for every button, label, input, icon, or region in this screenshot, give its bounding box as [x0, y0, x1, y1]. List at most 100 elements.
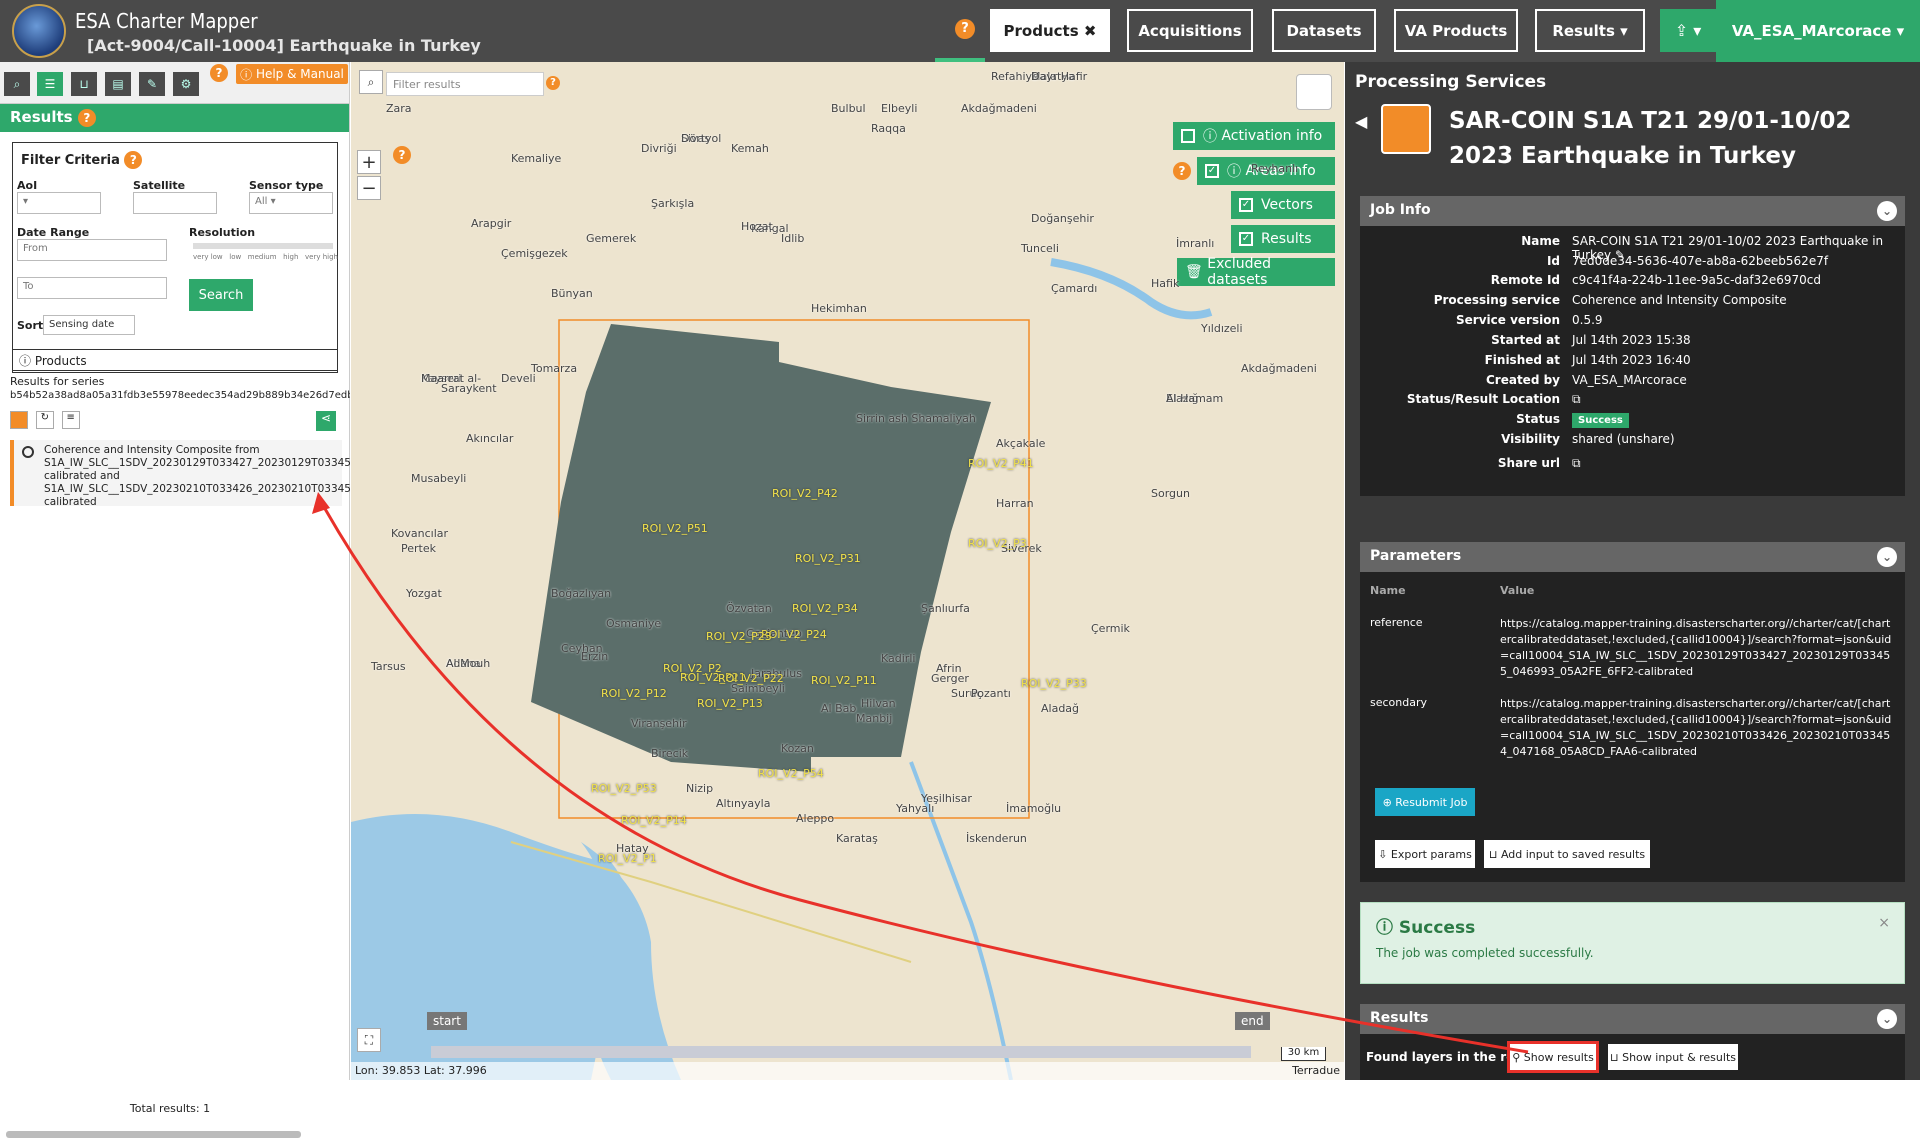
back-icon[interactable]: ◀ — [1355, 112, 1367, 131]
check-icon[interactable]: ✓ — [1205, 164, 1219, 178]
products-box[interactable]: ⓘ Products — [12, 349, 338, 371]
help-icon[interactable]: ? — [210, 64, 228, 82]
show-input-results-button[interactable]: ⊔ Show input & results — [1608, 1044, 1738, 1070]
settings-icon[interactable]: ⚙ — [173, 72, 199, 96]
help-icon[interactable]: ? — [546, 76, 560, 90]
date-range-label: Date Range — [17, 226, 90, 239]
sort-label: Sort — [17, 319, 44, 332]
close-icon[interactable]: × — [1878, 915, 1890, 931]
fullscreen-icon[interactable]: ⛶ — [357, 1028, 381, 1052]
check-icon[interactable]: ✓ — [1239, 232, 1253, 246]
roi-label[interactable]: ROI_V2_P31 — [795, 552, 861, 565]
job-info-value[interactable]: ⧉ — [1572, 456, 1902, 471]
search-icon[interactable]: ⌕ — [4, 72, 30, 96]
archive-icon[interactable]: ▤ — [105, 72, 131, 96]
close-icon[interactable]: ✖ — [1084, 22, 1097, 40]
nav-va-products[interactable]: VA Products — [1394, 9, 1518, 52]
results-header[interactable]: Results ⌄ — [1360, 1004, 1905, 1034]
esa-logo[interactable] — [12, 4, 66, 58]
roi-label[interactable]: ROI_V2_P23 — [706, 630, 772, 643]
aoi-select[interactable]: ▾ — [17, 192, 101, 214]
roi-label[interactable]: ROI_V2_P42 — [772, 487, 838, 500]
filter-results-input[interactable]: Filter results — [386, 72, 544, 96]
nav-products[interactable]: Products ✖ — [990, 9, 1110, 52]
roi-label[interactable]: ROI_V2_P54 — [758, 767, 824, 780]
resubmit-label: Resubmit Job — [1395, 795, 1468, 809]
add-input-button[interactable]: ⊔ Add input to saved results — [1484, 840, 1650, 868]
job-info-header[interactable]: Job Info ⌄ — [1360, 196, 1905, 226]
date-to-input[interactable]: To — [17, 277, 167, 299]
list-item[interactable]: Coherence and Intensity Composite from S… — [10, 440, 486, 508]
search-button[interactable]: Search — [189, 279, 253, 311]
export-params-button[interactable]: ⇩ Export params — [1375, 840, 1475, 868]
vectors-label: Vectors — [1261, 197, 1313, 213]
checkbox-icon[interactable] — [1181, 129, 1195, 143]
city-label: Erzin — [581, 650, 609, 663]
check-icon[interactable]: ✓ — [1239, 198, 1253, 212]
layers-icon[interactable] — [1296, 74, 1332, 110]
globe-icon — [22, 446, 34, 458]
show-results-button[interactable]: ⚲ Show results — [1507, 1041, 1599, 1073]
vectors-toggle[interactable]: ✓ Vectors — [1231, 191, 1335, 219]
roi-label[interactable]: ROI_V2_P33 — [1021, 677, 1087, 690]
roi-label[interactable]: ROI_V2_P1 — [598, 852, 657, 865]
help-icon[interactable]: ? — [1173, 162, 1191, 180]
help-icon[interactable]: ? — [124, 151, 143, 169]
sort-select[interactable]: Sensing date — [43, 315, 135, 335]
roi-label[interactable]: ROI_V2_P14 — [621, 814, 687, 827]
sensor-select[interactable]: All ▾ — [249, 192, 333, 214]
share-icon[interactable]: ⋖ — [316, 411, 336, 431]
upload-icon[interactable]: ⇪ ▾ — [1660, 9, 1716, 52]
satellite-input[interactable] — [133, 192, 217, 214]
date-from-input[interactable]: From — [17, 239, 167, 261]
roi-label[interactable]: ROI_V2_P51 — [642, 522, 708, 535]
roi-label[interactable]: ROI_V2_P3 — [968, 537, 1027, 550]
job-info-key: Created by — [1485, 373, 1560, 387]
list-icon[interactable]: ☰ — [37, 72, 63, 96]
timeline-end[interactable]: end — [1235, 1012, 1270, 1030]
status-badge: Success — [1572, 413, 1629, 428]
roi-label[interactable]: ROI_V2_P53 — [591, 782, 657, 795]
zoom-in-button[interactable]: + — [357, 150, 381, 174]
sidebar-toolbar: ⌕ ☰ ⊔ ▤ ✎ ⚙ ? ⓘ Help & Manual — [0, 62, 349, 104]
timeline-start[interactable]: start — [427, 1012, 467, 1030]
basket-icon[interactable]: ⊔ — [71, 72, 97, 96]
resubmit-job-button[interactable]: ⊕ Resubmit Job — [1375, 788, 1475, 816]
map-canvas[interactable]: ⌕ Filter results ? + − ? ⓘ Activation in… — [351, 62, 1344, 1080]
activation-subtitle: [Act-9004/Call-10004] Earthquake in Turk… — [87, 36, 481, 55]
resolution-slider[interactable] — [193, 243, 333, 249]
activation-info-toggle[interactable]: ⓘ Activation info — [1173, 122, 1335, 150]
horizontal-scrollbar[interactable] — [6, 1131, 301, 1138]
timeline-slider[interactable] — [431, 1046, 1251, 1058]
roi-label[interactable]: ROI_V2_P12 — [601, 687, 667, 700]
select-all-checkbox[interactable] — [10, 411, 28, 429]
roi-label[interactable]: ROI_V2_P22 — [718, 672, 784, 685]
pencil-icon[interactable]: ✎ — [139, 72, 165, 96]
help-icon[interactable]: ? — [393, 146, 411, 164]
help-icon[interactable]: ? — [955, 19, 975, 39]
roi-label[interactable]: ROI_V2_P41 — [968, 457, 1034, 470]
zoom-out-button[interactable]: − — [357, 176, 381, 200]
search-icon[interactable]: ⌕ — [359, 70, 383, 94]
roi-label[interactable]: ROI_V2_P34 — [792, 602, 858, 615]
nav-results-dropdown[interactable]: Results ▾ — [1535, 9, 1645, 52]
parameters-header[interactable]: Parameters ⌄ — [1360, 542, 1905, 572]
city-label: Zara — [386, 102, 412, 115]
tick-very-low: very low — [193, 253, 223, 261]
help-icon[interactable]: ? — [77, 109, 96, 127]
nav-datasets[interactable]: Datasets — [1272, 9, 1376, 52]
chevron-down-icon[interactable]: ⌄ — [1877, 1009, 1897, 1029]
roi-label[interactable]: ROI_V2_P11 — [811, 674, 877, 687]
chevron-down-icon[interactable]: ⌄ — [1877, 201, 1897, 221]
job-info-value[interactable]: ⧉ — [1572, 392, 1902, 407]
roi-label[interactable]: ROI_V2_P13 — [697, 697, 763, 710]
help-manual-button[interactable]: ⓘ Help & Manual — [236, 64, 348, 84]
excluded-datasets-button[interactable]: 🗑 Excluded datasets — [1177, 256, 1335, 288]
results-toggle[interactable]: ✓ Results — [1231, 225, 1335, 253]
chevron-down-icon[interactable]: ⌄ — [1877, 547, 1897, 567]
menu-icon[interactable]: ≡ — [61, 411, 80, 429]
refresh-icon[interactable]: ↻ — [35, 411, 54, 429]
user-menu[interactable]: VA_ESA_MArcorace ▾ — [1716, 0, 1920, 62]
nav-acquisitions[interactable]: Acquisitions — [1127, 9, 1253, 52]
series-label: Results for series — [10, 375, 105, 388]
